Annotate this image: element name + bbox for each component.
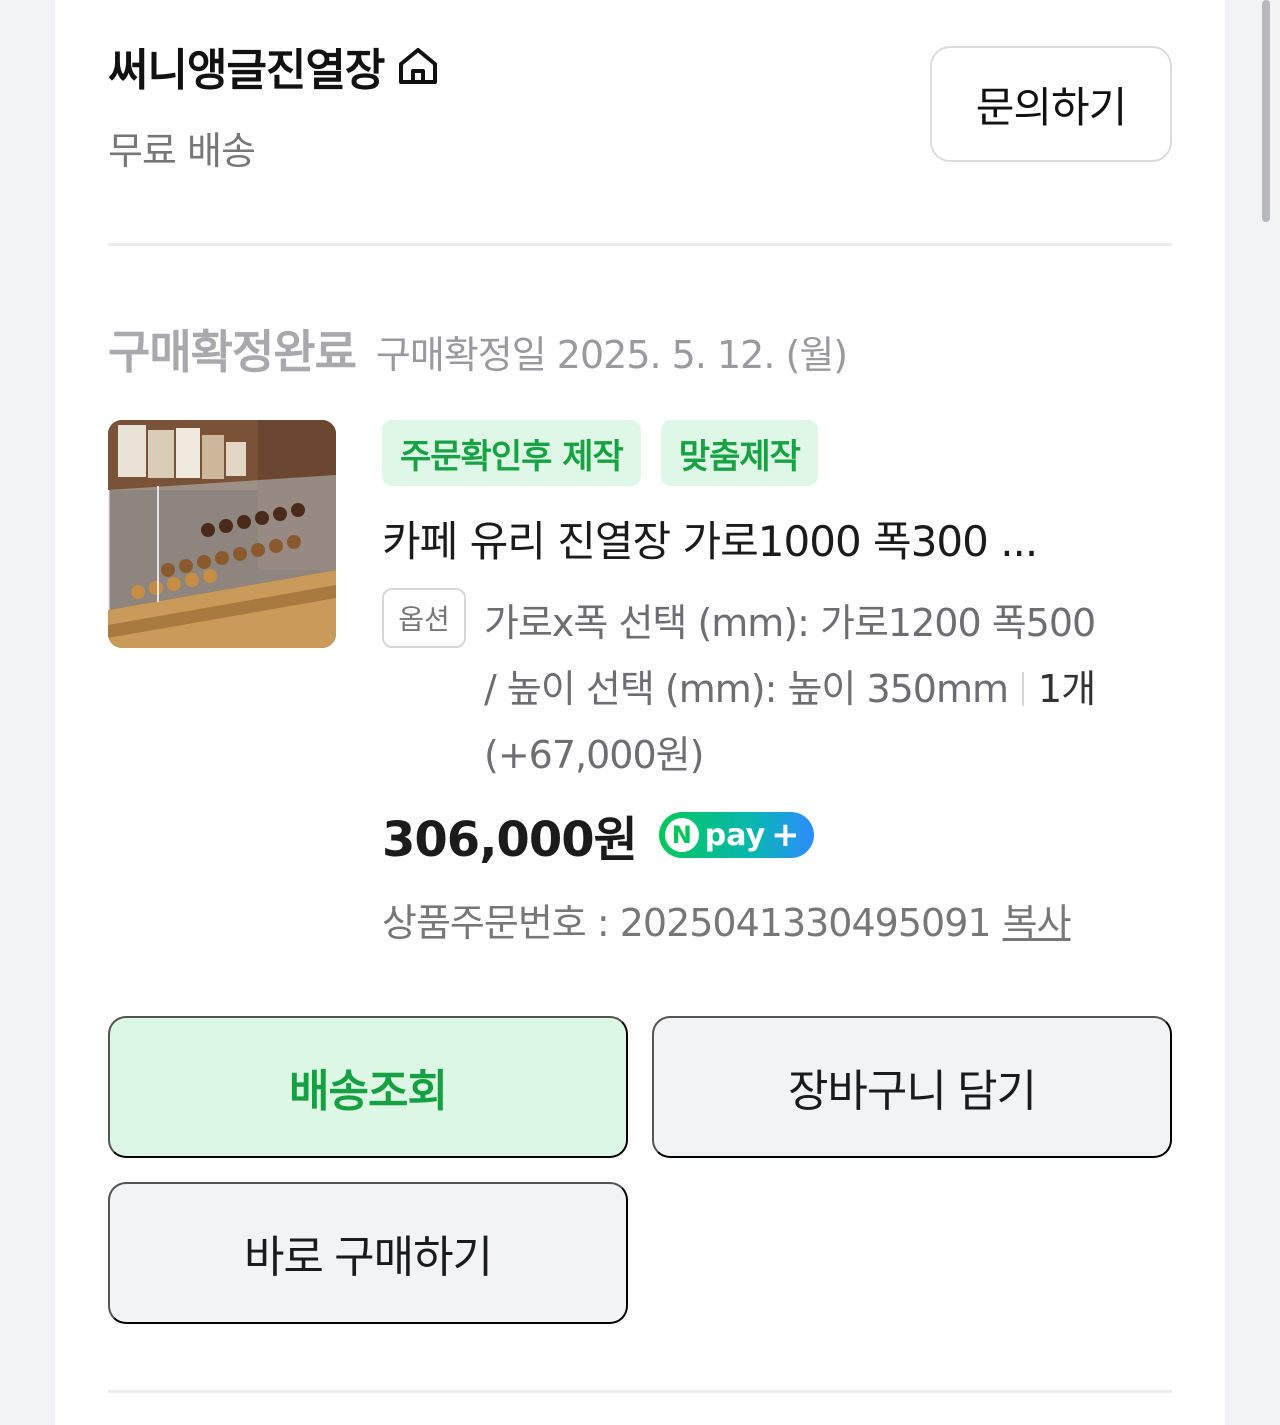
track-delivery-button[interactable]: 배송조회 <box>108 1016 628 1158</box>
divider-bottom <box>108 1390 1172 1393</box>
scrollbar[interactable] <box>1260 0 1272 230</box>
plus-icon: + <box>771 815 800 855</box>
add-to-cart-button[interactable]: 장바구니 담기 <box>652 1016 1172 1158</box>
quantity: 1개 <box>1038 667 1096 711</box>
divider <box>108 243 1172 246</box>
product-tags: 주문확인후 제작 맞춤제작 <box>382 420 818 486</box>
npay-plus-badge: N pay + <box>658 812 814 858</box>
scrollbar-thumb[interactable] <box>1262 0 1270 222</box>
product-thumbnail[interactable] <box>108 420 336 648</box>
price-row: 306,000원 N pay + <box>382 800 814 870</box>
order-status: 구매확정완료 <box>108 325 357 379</box>
confirm-date: 구매확정일 2025. 5. 12. (월) <box>375 333 848 377</box>
option-line: 가로x폭 선택 (mm): 가로1200 폭500 <box>484 601 1096 645</box>
product-price: 306,000원 <box>382 812 638 868</box>
option-price: (+67,000원) <box>484 733 704 777</box>
tag-custom-made: 맞춤제작 <box>660 420 818 486</box>
order-number-row: 상품주문번호 : 2025041330495091 복사 <box>382 892 1072 947</box>
shipping-info: 무료 배송 <box>108 129 256 173</box>
seller-name[interactable]: 써니앵글진열장 <box>108 34 385 98</box>
option-badge: 옵션 <box>382 588 466 648</box>
order-number: 상품주문번호 : 2025041330495091 <box>382 901 992 945</box>
inquiry-button[interactable]: 문의하기 <box>930 46 1172 162</box>
separator <box>1022 672 1025 706</box>
option-line-text: / 높이 선택 (mm): 높이 350mm <box>484 667 1009 711</box>
order-status-row: 구매확정완료 구매확정일 2025. 5. 12. (월) <box>108 316 848 382</box>
tag-made-after-order: 주문확인후 제작 <box>382 420 641 486</box>
npay-n-icon: N <box>664 818 699 852</box>
buy-now-button[interactable]: 바로 구매하기 <box>108 1182 628 1324</box>
product-title[interactable]: 카페 유리 진열장 가로1000 폭300 ... <box>382 508 1172 569</box>
seller-header[interactable]: 써니앵글진열장 <box>108 38 442 96</box>
option-line-2: / 높이 선택 (mm): 높이 350mm 1개 <box>484 656 1174 722</box>
store-home-icon[interactable] <box>394 42 442 90</box>
npay-text: pay <box>704 817 766 853</box>
option-details: 가로x폭 선택 (mm): 가로1200 폭500 / 높이 선택 (mm): … <box>484 590 1174 788</box>
copy-order-number-link[interactable]: 복사 <box>1003 901 1072 945</box>
